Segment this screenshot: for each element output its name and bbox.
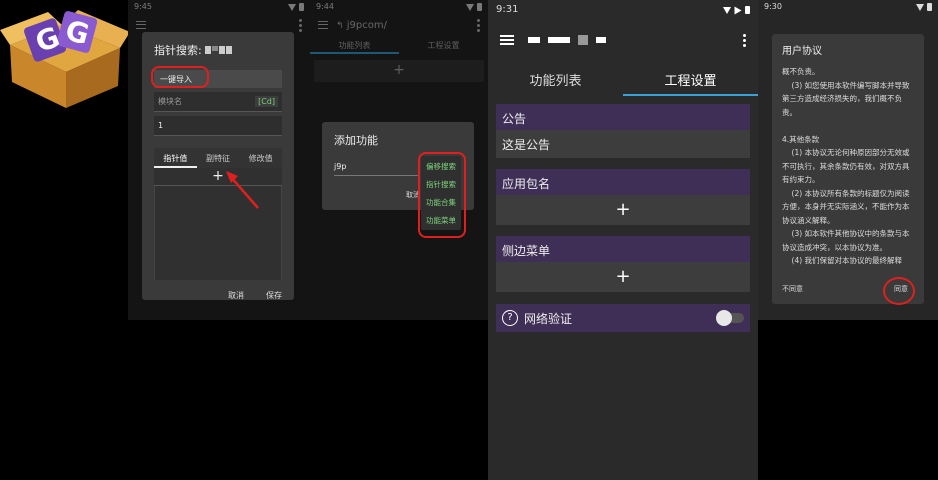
screen-user-agreement: 9:30 用户协议 概不负责。 (3) 如您使用本软件编写脚本并导致第三方造成经… — [758, 0, 938, 320]
tab-sub-feature[interactable]: 副特征 — [197, 148, 240, 168]
cancel-button[interactable]: 取消 — [228, 290, 244, 301]
side-menu-header: 侧边菜单 — [496, 236, 750, 262]
function-name-input[interactable]: j9p — [334, 158, 420, 176]
wifi-icon — [723, 6, 731, 14]
value-input-text: 1 — [158, 121, 164, 130]
dialog-title: 添加功能 — [334, 134, 378, 147]
wifi-icon — [916, 3, 924, 11]
tab-pointer-value[interactable]: 指针值 — [154, 148, 197, 168]
save-button[interactable]: 保存 — [266, 290, 282, 301]
battery-icon — [745, 6, 750, 14]
dialog-actions: 取消 保存 — [154, 290, 282, 301]
screen-pointer-search: 9:45 指针搜索: 一键导入 模块名 [Cd] 1 指针值 副特征 修改值 +… — [128, 0, 310, 320]
announcement-header: 公告 — [496, 104, 750, 130]
tab-project-settings[interactable]: 工程设置 — [623, 60, 758, 96]
highlight-circle — [883, 277, 915, 305]
network-verification-toggle[interactable] — [716, 310, 744, 326]
value-input[interactable]: 1 — [154, 116, 282, 136]
redacted-title — [528, 35, 606, 45]
dialog-title-text: 指针搜索: — [154, 44, 202, 57]
overflow-menu-icon[interactable] — [743, 33, 746, 47]
highlight-circle — [151, 66, 209, 88]
cd-button[interactable]: [Cd] — [255, 96, 278, 107]
add-side-menu-button[interactable]: + — [496, 262, 750, 292]
app-logo-box-icon: G G — [0, 10, 130, 108]
user-agreement-dialog: 用户协议 概不负责。 (3) 如您使用本软件编写脚本并导致第三方造成经济损失的，… — [772, 34, 924, 304]
module-name-placeholder: 模块名 — [158, 97, 182, 106]
tab-bar: 指针值 副特征 修改值 — [154, 148, 282, 168]
package-name-header: 应用包名 — [496, 169, 750, 195]
agreement-text: 概不负责。 (3) 如您使用本软件编写脚本并导致第三方造成经济损失的，我们概不负… — [782, 67, 910, 265]
package-name-card: 应用包名 + — [496, 169, 750, 225]
help-icon[interactable]: ? — [502, 310, 518, 326]
add-item-button[interactable]: + — [154, 168, 282, 186]
arrow-annotation-icon — [226, 171, 259, 209]
side-menu-card: 侧边菜单 + — [496, 236, 750, 292]
tab-bar: 功能列表 工程设置 — [488, 60, 758, 96]
announcement-card: 公告 这是公告 — [496, 104, 750, 158]
tab-modify-value[interactable]: 修改值 — [239, 148, 282, 168]
tab-function-list[interactable]: 功能列表 — [488, 60, 623, 96]
screenshot-collage: G G 9:45 指针搜索: 一键导入 模块名 [Cd] 1 指针值 副特征 修… — [0, 0, 938, 480]
redacted-text — [204, 46, 232, 54]
status-time: 9:30 — [764, 2, 782, 11]
menu-icon[interactable] — [500, 35, 514, 45]
announcement-body[interactable]: 这是公告 — [496, 130, 750, 158]
signal-icon — [734, 6, 742, 14]
screen-project-settings: 9:31 功能列表 工程设置 公告 这是公告 应用包名 + 侧边菜单 + ? 网… — [488, 0, 758, 480]
status-time: 9:31 — [496, 4, 519, 15]
status-bar: 9:31 — [488, 0, 758, 20]
dialog-title: 用户协议 — [782, 46, 822, 57]
add-package-button[interactable]: + — [496, 195, 750, 225]
app-bar — [488, 20, 758, 60]
dialog-title: 指针搜索: — [154, 42, 282, 58]
module-name-input[interactable]: 模块名 [Cd] — [154, 92, 282, 112]
network-verification-label: 网络验证 — [524, 311, 573, 326]
status-bar: 9:30 — [758, 0, 938, 14]
item-list — [154, 186, 282, 280]
disagree-button[interactable]: 不同意 — [782, 284, 803, 294]
network-verification-row: ? 网络验证 — [496, 304, 750, 332]
battery-icon — [927, 3, 932, 11]
highlight-circle — [418, 152, 466, 238]
